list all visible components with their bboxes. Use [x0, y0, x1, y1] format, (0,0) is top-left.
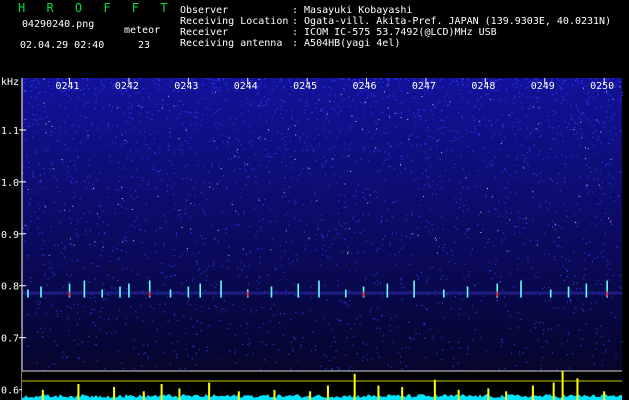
meter-spike: [552, 382, 555, 400]
meteor-echo: [169, 289, 172, 298]
meteor-echo: [520, 280, 522, 298]
meter-spike: [142, 391, 145, 400]
meteor-echo-core: [496, 291, 499, 297]
meter-spike: [531, 385, 534, 400]
y-tick-label: 0.9: [1, 230, 19, 241]
meteor-echo-core: [246, 291, 249, 297]
spectrogram-chart: 0241 0242 0243 0244 0245 0246 0247 0248 0249 0250…: [1, 77, 624, 400]
meteor-echo: [199, 283, 202, 298]
meteor-echo: [386, 283, 389, 298]
meter-spike: [309, 391, 312, 400]
y-tick-label: 1.1: [1, 126, 19, 137]
meter-spike: [178, 388, 181, 400]
x-tick-label: 0246: [353, 81, 377, 92]
x-tick-label: 0243: [174, 81, 198, 92]
meteor-echo: [413, 280, 415, 298]
x-tick-label: 0250: [590, 81, 614, 92]
meter-spike: [160, 384, 163, 400]
y-tick-label: 0.8: [1, 282, 19, 293]
meter-spike: [77, 384, 80, 400]
meteor-echo: [585, 283, 588, 298]
meter-spike: [561, 371, 564, 400]
meteor-echo: [270, 286, 273, 298]
meteor-echo-core: [606, 291, 608, 297]
meteor-echo-core: [362, 291, 365, 297]
meter-spike: [208, 382, 211, 400]
meter-spike: [576, 378, 579, 400]
meter-spike: [487, 388, 490, 400]
meteor-echo: [318, 280, 320, 298]
meter-spike: [433, 379, 436, 400]
meter-spike: [41, 389, 44, 400]
meteor-echo: [40, 286, 42, 298]
x-tick-label: 0242: [115, 81, 139, 92]
meteor-echo: [220, 280, 222, 298]
meter-spike: [377, 385, 380, 400]
x-tick-label: 0249: [531, 81, 555, 92]
meteor-echo: [344, 289, 347, 298]
meteor-echo: [27, 289, 29, 298]
meter-spike: [237, 391, 240, 400]
x-tick-label: 0244: [234, 81, 258, 92]
meter-spike: [273, 389, 276, 400]
meteor-echo: [466, 286, 469, 298]
y-tick-label: 0.7: [1, 334, 19, 345]
meteor-echo: [119, 286, 121, 298]
meter-spike: [505, 391, 508, 400]
x-tick-label: 0247: [412, 81, 436, 92]
meter-spike: [326, 385, 329, 400]
meter-spike: [113, 386, 116, 400]
meter-spike: [401, 386, 404, 400]
meter-spike: [457, 389, 460, 400]
meteor-echo: [101, 289, 103, 298]
meteor-echo: [567, 286, 570, 298]
meteor-echo-core: [148, 291, 151, 297]
meteor-echo-core: [68, 291, 71, 297]
meteor-echo: [297, 283, 300, 298]
y-tick-label: 1.0: [1, 178, 19, 189]
meteor-echo: [187, 286, 190, 298]
meteor-echo: [549, 289, 552, 298]
meter-spike: [353, 373, 356, 400]
meteor-echo: [83, 280, 86, 298]
x-tick-label: 0241: [55, 81, 79, 92]
y-axis-label: kHz: [1, 77, 19, 88]
y-tick-label: 0.6: [1, 386, 19, 397]
echo-band: [22, 291, 622, 295]
x-tick-label: 0245: [293, 81, 317, 92]
meteor-echo: [442, 289, 445, 298]
meteor-echo: [128, 283, 130, 298]
meter-spike: [603, 391, 606, 400]
x-tick-label: 0248: [471, 81, 495, 92]
